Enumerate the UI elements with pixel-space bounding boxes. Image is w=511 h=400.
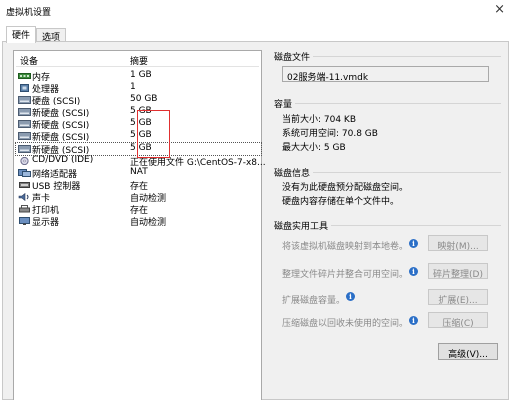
group-divider xyxy=(274,103,501,104)
device-summary: NAT xyxy=(130,167,148,177)
device-name: 显示器 xyxy=(32,218,60,228)
tab-hardware[interactable]: 硬件 xyxy=(6,26,37,43)
disk-info-group: 磁盘信息 没有为此硬盘预分配磁盘空间。 硬盘内容存储在单个文件中。 xyxy=(274,166,501,207)
disk-info-line-1: 没有为此硬盘预分配磁盘空间。 xyxy=(282,183,409,193)
device-row-processor[interactable]: 处理器 1 xyxy=(16,82,261,95)
map-button[interactable]: 映射(M)... xyxy=(428,235,488,252)
tab-options[interactable]: 选项 xyxy=(36,28,67,43)
device-summary: 1 xyxy=(130,82,136,92)
processor-icon xyxy=(20,84,29,92)
device-row-display[interactable]: 显示器 自动检测 xyxy=(16,215,261,228)
sound-card-icon xyxy=(18,193,29,201)
info-icon[interactable]: i xyxy=(409,239,418,248)
disk-utilities-title: 磁盘实用工具 xyxy=(274,219,332,232)
device-summary: 50 GB xyxy=(130,94,158,104)
disk-file-group: 磁盘文件 02服务端-11.vmdk xyxy=(274,50,501,86)
info-icon[interactable]: i xyxy=(346,292,355,301)
hard-disk-icon xyxy=(18,96,31,104)
network-adapter-icon xyxy=(18,169,31,177)
title-bar: 虚拟机设置 × xyxy=(0,0,511,22)
hard-disk-icon xyxy=(18,108,31,116)
device-row-usb-controller[interactable]: USB 控制器 存在 xyxy=(16,179,261,192)
disk-file-path-field[interactable]: 02服务端-11.vmdk xyxy=(282,66,489,83)
hard-disk-icon xyxy=(18,145,31,153)
device-list[interactable]: 设备 摘要 内存 1 GB 处理器 1 硬盘 (SCSI) 50 GB 新硬盘 … xyxy=(13,50,266,400)
compact-button[interactable]: 压缩(C) xyxy=(428,312,488,329)
header-divider xyxy=(16,66,259,67)
disk-info-title: 磁盘信息 xyxy=(274,166,314,179)
advanced-button[interactable]: 高级(V)... xyxy=(438,343,498,360)
memory-icon xyxy=(18,73,31,79)
defragment-label: 整理文件碎片并整合可用空间。 xyxy=(282,270,409,280)
device-row-printer[interactable]: 打印机 存在 xyxy=(16,203,261,216)
disk-info-line-2: 硬盘内容存储在单个文件中。 xyxy=(282,197,400,207)
device-summary: 自动检测 xyxy=(130,218,167,228)
device-name: CD/DVD (IDE) xyxy=(32,155,94,165)
device-row-sound-card[interactable]: 声卡 自动检测 xyxy=(16,191,261,204)
window-title: 虚拟机设置 xyxy=(6,8,52,18)
expand-disk-label: 扩展磁盘容量。 xyxy=(282,296,346,306)
usb-icon xyxy=(19,182,30,188)
capacity-title: 容量 xyxy=(274,97,296,110)
map-disk-label: 将该虚拟机磁盘映射到本地卷。 xyxy=(282,242,409,252)
current-size-text: 当前大小: 704 KB xyxy=(282,115,357,125)
max-size-text: 最大大小: 5 GB xyxy=(282,143,346,153)
hard-disk-icon xyxy=(18,132,31,140)
device-row-network-adapter[interactable]: 网络适配器 NAT xyxy=(16,167,261,180)
disk-utilities-group: 磁盘实用工具 将该虚拟机磁盘映射到本地卷。 i 映射(M)... 整理文件碎片并… xyxy=(274,219,501,331)
info-icon[interactable]: i xyxy=(409,267,418,276)
defragment-button[interactable]: 碎片整理(D) xyxy=(428,263,488,280)
hard-disk-icon xyxy=(18,120,31,128)
device-row-hard-disk[interactable]: 硬盘 (SCSI) 50 GB xyxy=(16,94,261,107)
tab-strip: 硬件 选项 xyxy=(0,24,511,43)
device-summary: 1 GB xyxy=(130,70,152,80)
disk-file-title: 磁盘文件 xyxy=(274,50,314,63)
compact-disk-label: 压缩磁盘以回收未使用的空间。 xyxy=(282,319,409,329)
info-icon[interactable]: i xyxy=(409,316,418,325)
printer-icon xyxy=(19,205,30,213)
cd-dvd-icon xyxy=(20,157,29,165)
display-icon xyxy=(19,217,30,225)
device-name: 新硬盘 (SCSI) xyxy=(32,133,90,143)
highlight-box xyxy=(137,110,170,158)
expand-button[interactable]: 扩展(E)... xyxy=(428,289,488,306)
device-row-memory[interactable]: 内存 1 GB xyxy=(16,70,261,83)
system-free-space-text: 系统可用空间: 70.8 GB xyxy=(282,129,378,139)
capacity-group: 容量 当前大小: 704 KB 系统可用空间: 70.8 GB 最大大小: 5 … xyxy=(274,97,501,157)
close-icon[interactable]: × xyxy=(494,2,505,17)
